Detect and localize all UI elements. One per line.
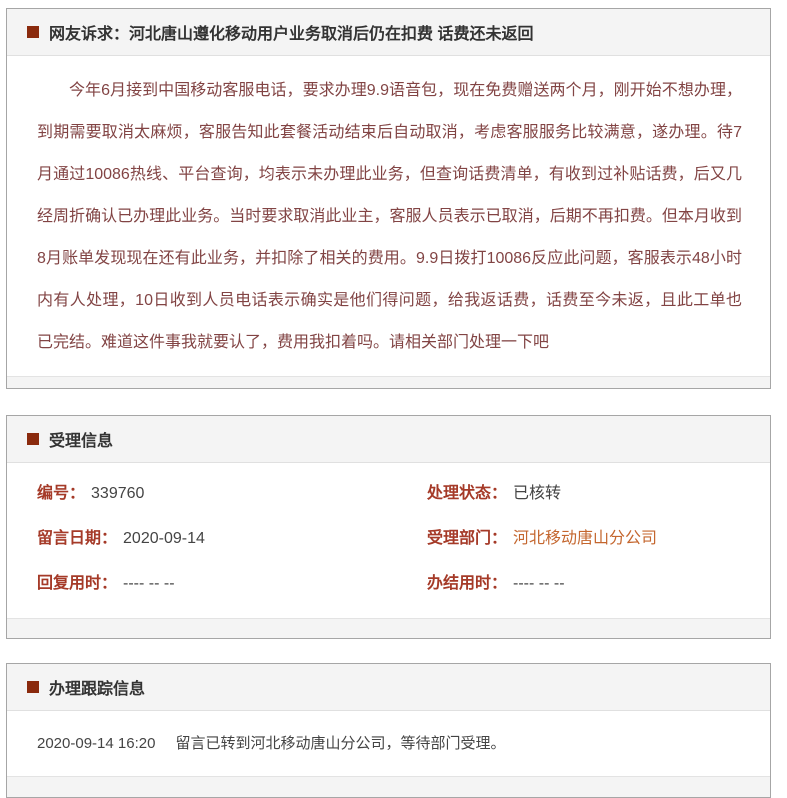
field-message-date-value: 2020-09-14 [123, 530, 205, 547]
complaint-section-footer [7, 376, 770, 388]
complaint-text: 今年6月接到中国移动客服电话，要求办理9.9语音包，现在免费赠送两个月，刚开始不… [37, 82, 742, 351]
field-completion-time: 办结用时： ---- -- -- [427, 561, 760, 606]
complaint-title: 网友诉求：河北唐山遵化移动用户业务取消后仍在扣费 话费还未返回 [49, 26, 534, 43]
tracking-section-footer [7, 776, 770, 797]
complaint-section-header: 网友诉求：河北唐山遵化移动用户业务取消后仍在扣费 话费还未返回 [7, 9, 770, 56]
tracking-title: 办理跟踪信息 [49, 681, 146, 698]
section-bullet-icon [27, 433, 39, 445]
complaint-body: 今年6月接到中国移动客服电话，要求办理9.9语音包，现在免费赠送两个月，刚开始不… [7, 56, 770, 376]
field-reply-time: 回复用时： ---- -- -- [37, 561, 427, 606]
page: 网友诉求：河北唐山遵化移动用户业务取消后仍在扣费 话费还未返回 今年6月接到中国… [0, 0, 787, 798]
field-department: 受理部门： 河北移动唐山分公司 [427, 516, 760, 561]
field-reply-time-label: 回复用时： [37, 575, 118, 592]
acceptance-section: 受理信息 编号： 339760 处理状态： 已核转 留言日期： 2020-09-14 … [6, 415, 771, 639]
field-status-label: 处理状态： [427, 485, 508, 502]
acceptance-fields: 编号： 339760 处理状态： 已核转 留言日期： 2020-09-14 受理部门：… [7, 463, 770, 618]
tracking-entry-message: 留言已转到河北移动唐山分公司，等待部门受理。 [175, 735, 506, 752]
acceptance-title: 受理信息 [49, 433, 114, 450]
acceptance-section-header: 受理信息 [7, 416, 770, 463]
field-department-value[interactable]: 河北移动唐山分公司 [513, 530, 657, 547]
tracking-entry-time: 2020-09-14 16:20 [37, 735, 156, 752]
field-completion-time-label: 办结用时： [427, 575, 508, 592]
field-status-value: 已核转 [513, 485, 562, 502]
field-status: 处理状态： 已核转 [427, 471, 760, 516]
field-completion-time-value: ---- -- -- [513, 575, 565, 592]
complaint-section: 网友诉求：河北唐山遵化移动用户业务取消后仍在扣费 话费还未返回 今年6月接到中国… [6, 8, 771, 389]
section-bullet-icon [27, 26, 39, 38]
section-bullet-icon [27, 681, 39, 693]
field-number: 编号： 339760 [37, 471, 427, 516]
tracking-section: 办理跟踪信息 2020-09-14 16:20 留言已转到河北移动唐山分公司，等待… [6, 663, 771, 798]
field-number-label: 编号： [37, 485, 86, 502]
acceptance-section-footer [7, 618, 770, 638]
field-message-date-label: 留言日期： [37, 530, 118, 547]
tracking-section-header: 办理跟踪信息 [7, 664, 770, 711]
field-message-date: 留言日期： 2020-09-14 [37, 516, 427, 561]
tracking-body: 2020-09-14 16:20 留言已转到河北移动唐山分公司，等待部门受理。 [7, 711, 770, 776]
field-number-value: 339760 [91, 485, 145, 502]
tracking-entry: 2020-09-14 16:20 留言已转到河北移动唐山分公司，等待部门受理。 [37, 731, 742, 756]
field-reply-time-value: ---- -- -- [123, 575, 175, 592]
field-department-label: 受理部门： [427, 530, 508, 547]
